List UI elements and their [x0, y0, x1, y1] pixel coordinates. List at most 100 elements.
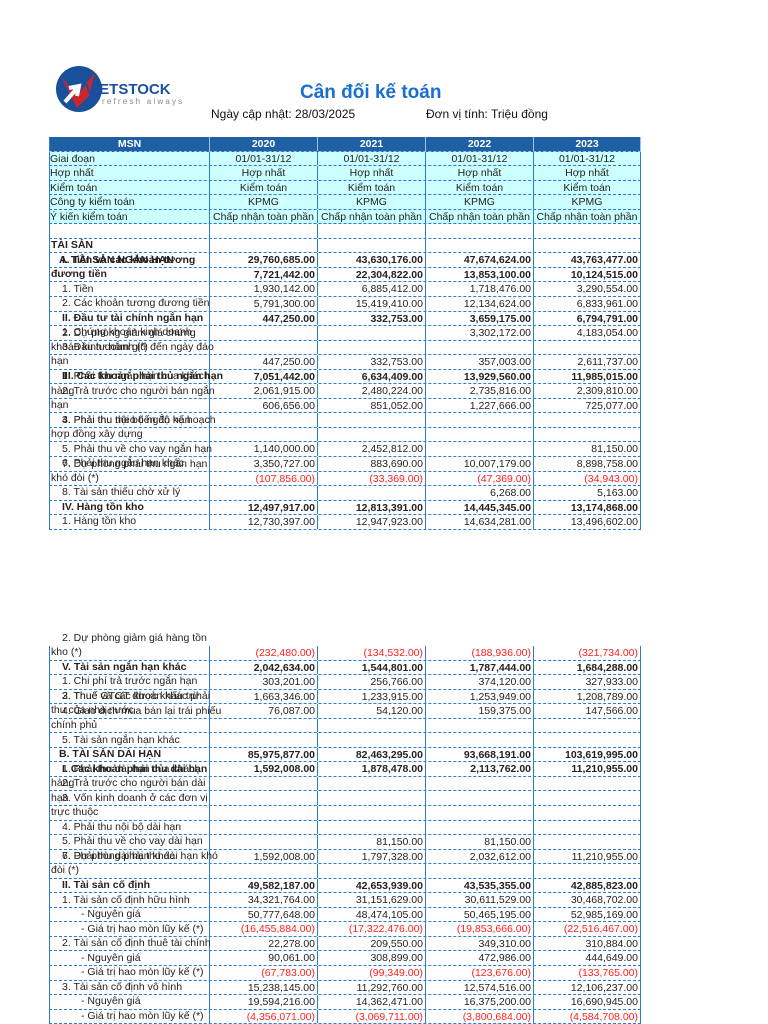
value-cell: 1,718,476.00	[426, 282, 534, 297]
row-label-cell: B. TÀI SẢN DÀI HẠN	[49, 747, 210, 762]
value-cell: 159,375.00	[426, 704, 534, 718]
row-label-cell	[49, 224, 210, 238]
value-cell: 357,003.00	[426, 355, 534, 369]
row-label-cell: 1. Chi phí trả trước ngắn hạn	[49, 675, 210, 689]
table-row: - Nguyên giá 50,777,648.00 48,474,105.00 50…	[49, 907, 641, 923]
value-cell	[426, 733, 534, 747]
value-cell	[534, 224, 641, 238]
row-label: - Giá trị hao mòn lũy kế (*)	[81, 966, 204, 979]
column-header: 2023	[534, 137, 641, 151]
table-row: 7. Dự phòng phải thu ngắn hạn khó đòi (*…	[49, 458, 641, 487]
value-cell: 6,268.00	[426, 486, 534, 500]
value-cell: 49,582,187.00	[210, 878, 318, 893]
row-label: II. Đầu tư tài chính ngắn hạn	[62, 311, 204, 324]
value-cell: 22,278.00	[210, 936, 318, 951]
value-cell: 12,574,516.00	[426, 980, 534, 995]
value-cell	[426, 806, 534, 820]
value-cell: 147,566.00	[534, 704, 641, 718]
row-label: 7. Dự phòng phải thu ngắn hạn khó đòi (*…	[51, 457, 208, 484]
value-cell: 7,051,442.00	[210, 369, 318, 384]
value-cell: 15,238,145.00	[210, 980, 318, 995]
value-cell: 12,106,237.00	[534, 980, 641, 995]
meta-row: Giai đoạn 01/01-31/12 01/01-31/12 01/01-31/…	[49, 151, 641, 167]
meta-row: Công ty kiểm toán KPMG KPMG KPMG KPMG	[49, 195, 641, 210]
value-cell	[534, 733, 641, 747]
meta-label: Kiểm toán	[49, 180, 210, 195]
row-label: B. TÀI SẢN DÀI HẠN	[59, 748, 162, 761]
value-cell: 12,813,391.00	[318, 500, 426, 515]
row-label: TÀI SẢN	[51, 239, 93, 252]
value-cell: 310,884.00	[534, 936, 641, 951]
row-label: 4. Phải thu theo tiến độ kế hoạch hợp đồ…	[51, 413, 216, 441]
value-cell: 11,292,760.00	[318, 980, 426, 995]
value-cell: 2,611,737.00	[534, 355, 641, 369]
meta-value: Kiểm toán	[426, 180, 534, 195]
value-cell: 1,253,949.00	[426, 689, 534, 704]
value-cell: 332,753.00	[318, 355, 426, 369]
value-cell: 22,304,822.00	[318, 267, 426, 282]
row-label-cell: 1. Tiền	[49, 282, 210, 297]
value-cell: 7,721,442.00	[210, 267, 318, 282]
table-row	[49, 224, 641, 239]
table-row: - Nguyên giá 90,061.00 308,899.00 472,986.0…	[49, 951, 641, 967]
row-label-cell: - Giá trị hao mòn lũy kế (*)	[49, 966, 210, 980]
value-cell: 85,975,877.00	[210, 747, 318, 762]
value-cell: (17,322,476.00)	[318, 922, 426, 936]
logo-graphic: VIETSTOCK refresh always	[56, 66, 182, 112]
value-cell: (3,800,684.00)	[426, 1009, 534, 1024]
row-label-cell: - Nguyên giá	[49, 907, 210, 922]
value-cell: 256,766.00	[318, 675, 426, 689]
value-cell	[318, 791, 426, 806]
value-cell: 2,735,816.00	[426, 384, 534, 398]
unit-label: Đơn vị tính: Triệu đồng	[426, 107, 548, 121]
value-cell: (19,853,666.00)	[426, 922, 534, 936]
table-row: 1. Hàng tồn kho 12,730,397.00 12,947,923.0…	[49, 515, 641, 530]
value-cell: (99,349.00)	[318, 966, 426, 980]
row-label-cell: II. Đầu tư tài chính ngắn hạn	[49, 311, 210, 326]
value-cell: 42,885,823.00	[534, 878, 641, 893]
value-cell	[210, 238, 318, 253]
value-cell: 13,496,602.00	[534, 515, 641, 529]
value-cell	[426, 427, 534, 442]
value-cell: 1,208,789.00	[534, 689, 641, 704]
value-cell: 6,634,409.00	[318, 369, 426, 384]
value-cell: 14,362,471.00	[318, 995, 426, 1009]
value-cell	[534, 238, 641, 253]
row-label-cell: I. Tiền và các khoản tương đương tiền	[49, 254, 210, 282]
value-cell: (4,356,071.00)	[210, 1009, 318, 1024]
row-label: IV. Hàng tồn kho	[62, 500, 144, 513]
value-cell	[426, 718, 534, 733]
value-cell	[426, 864, 534, 878]
value-cell	[534, 820, 641, 835]
row-label: 1. Hàng tồn kho	[62, 515, 137, 528]
table-row: 2. Các khoản tương đương tiền 5,791,300.0…	[49, 297, 641, 312]
value-cell: 303,201.00	[210, 675, 318, 689]
row-label-cell: 4. Giao dịch mua bán lại trái phiếu chín…	[49, 705, 221, 733]
meta-value: KPMG	[426, 195, 534, 209]
value-cell: (134,532.00)	[318, 646, 426, 660]
value-cell: 47,674,624.00	[426, 253, 534, 267]
row-label: - Nguyên giá	[81, 908, 141, 921]
value-cell	[210, 486, 318, 500]
value-cell	[210, 864, 318, 878]
value-cell: 1,227,666.00	[426, 398, 534, 413]
value-cell	[210, 413, 318, 427]
row-label: - Giá trị hao mòn lũy kế (*)	[81, 922, 204, 935]
value-cell	[210, 326, 318, 340]
value-cell: 2,309,810.00	[534, 384, 641, 398]
row-label-cell: 4. Phải thu nội bộ dài hạn	[49, 820, 210, 835]
value-cell: 3,350,727.00	[210, 457, 318, 471]
value-cell: 374,120.00	[426, 675, 534, 689]
table-row: 4. Phải thu nội bộ dài hạn	[49, 820, 641, 836]
value-cell	[426, 224, 534, 238]
row-label: 1. Tài sản cố định hữu hình	[62, 893, 190, 906]
row-label-cell: IV. Hàng tồn kho	[49, 500, 210, 515]
value-cell: (16,455,884.00)	[210, 922, 318, 936]
value-cell: 34,321,764.00	[210, 893, 318, 907]
value-cell: 13,929,560.00	[426, 369, 534, 384]
value-cell	[210, 820, 318, 835]
meta-row: Ý kiến kiểm toán Chấp nhận toàn phần Chấp …	[49, 209, 641, 225]
value-cell: 8,898,758.00	[534, 457, 641, 471]
value-cell: 332,753.00	[318, 311, 426, 326]
value-cell: 349,310.00	[426, 936, 534, 951]
